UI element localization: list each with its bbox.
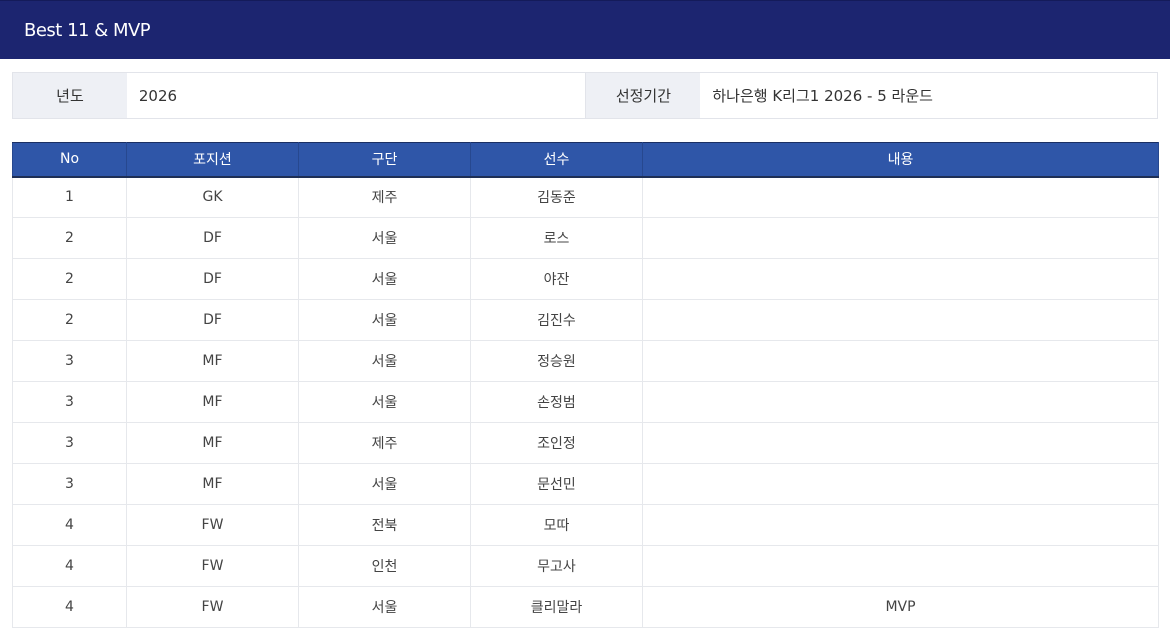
cell-position: MF (126, 381, 299, 423)
cell-no: 4 (12, 545, 127, 587)
cell-player: 손정범 (470, 381, 643, 423)
table-row: 4 FW 인천 무고사 (12, 545, 1159, 587)
cell-content (642, 299, 1159, 341)
cell-position: FW (126, 504, 299, 546)
cell-position: DF (126, 299, 299, 341)
header-content: 내용 (642, 142, 1159, 178)
header-club: 구단 (298, 142, 471, 178)
year-value: 2026 (126, 73, 586, 118)
cell-content (642, 340, 1159, 382)
cell-position: MF (126, 340, 299, 382)
cell-no: 3 (12, 422, 127, 464)
cell-no: 3 (12, 381, 127, 423)
cell-position: DF (126, 217, 299, 259)
cell-content (642, 217, 1159, 259)
cell-content (642, 545, 1159, 587)
cell-content (642, 504, 1159, 546)
cell-content (642, 258, 1159, 300)
table-row: 2 DF 서울 야잔 (12, 258, 1159, 300)
cell-content (642, 422, 1159, 464)
table-row: 2 DF 서울 로스 (12, 217, 1159, 259)
page-title: Best 11 & MVP (0, 0, 1170, 59)
header-position: 포지션 (126, 142, 299, 178)
table-row: 3 MF 서울 문선민 (12, 463, 1159, 505)
cell-no: 2 (12, 258, 127, 300)
cell-position: MF (126, 463, 299, 505)
cell-club: 서울 (298, 217, 471, 259)
cell-club: 서울 (298, 340, 471, 382)
table-row: 4 FW 전북 모따 (12, 504, 1159, 546)
cell-no: 2 (12, 299, 127, 341)
cell-player: 클리말라 (470, 586, 643, 628)
cell-no: 1 (12, 176, 127, 218)
cell-player: 김진수 (470, 299, 643, 341)
info-bar: 년도 2026 선정기간 하나은행 K리그1 2026 - 5 라운드 (12, 72, 1158, 119)
cell-content (642, 463, 1159, 505)
table-row: 3 MF 서울 손정범 (12, 381, 1159, 423)
cell-club: 서울 (298, 463, 471, 505)
cell-content (642, 381, 1159, 423)
cell-no: 3 (12, 340, 127, 382)
cell-club: 제주 (298, 422, 471, 464)
cell-player: 모따 (470, 504, 643, 546)
table-body: 1 GK 제주 김동준 2 DF 서울 로스 2 DF 서울 야잔 2 DF 서울 김진수 3 MF 서울 정승원 3 M… (12, 176, 1159, 628)
cell-position: DF (126, 258, 299, 300)
cell-club: 서울 (298, 586, 471, 628)
table-row: 3 MF 서울 정승원 (12, 340, 1159, 382)
cell-no: 4 (12, 586, 127, 628)
cell-club: 제주 (298, 176, 471, 218)
cell-position: GK (126, 176, 299, 218)
cell-club: 서울 (298, 381, 471, 423)
cell-club: 전북 (298, 504, 471, 546)
cell-player: 로스 (470, 217, 643, 259)
table-row: 1 GK 제주 김동준 (12, 176, 1159, 218)
period-label: 선정기간 (585, 73, 701, 118)
cell-player: 조인정 (470, 422, 643, 464)
cell-player: 김동준 (470, 176, 643, 218)
cell-position: FW (126, 586, 299, 628)
cell-player: 무고사 (470, 545, 643, 587)
table-row: 2 DF 서울 김진수 (12, 299, 1159, 341)
cell-content (642, 176, 1159, 218)
cell-content: MVP (642, 586, 1159, 628)
cell-no: 2 (12, 217, 127, 259)
best11-table: No 포지션 구단 선수 내용 1 GK 제주 김동준 2 DF 서울 로스 2 DF 서울 야잔 2 D… (12, 142, 1159, 628)
cell-position: MF (126, 422, 299, 464)
cell-no: 4 (12, 504, 127, 546)
cell-player: 문선민 (470, 463, 643, 505)
year-label: 년도 (13, 73, 127, 118)
cell-player: 야잔 (470, 258, 643, 300)
period-value: 하나은행 K리그1 2026 - 5 라운드 (700, 73, 1157, 118)
cell-no: 3 (12, 463, 127, 505)
table-row: 3 MF 제주 조인정 (12, 422, 1159, 464)
cell-position: FW (126, 545, 299, 587)
cell-club: 인천 (298, 545, 471, 587)
header-player: 선수 (470, 142, 643, 178)
cell-club: 서울 (298, 299, 471, 341)
table-row: 4 FW 서울 클리말라 MVP (12, 586, 1159, 628)
cell-player: 정승원 (470, 340, 643, 382)
cell-club: 서울 (298, 258, 471, 300)
table-header-row: No 포지션 구단 선수 내용 (12, 142, 1159, 178)
header-no: No (12, 142, 127, 178)
